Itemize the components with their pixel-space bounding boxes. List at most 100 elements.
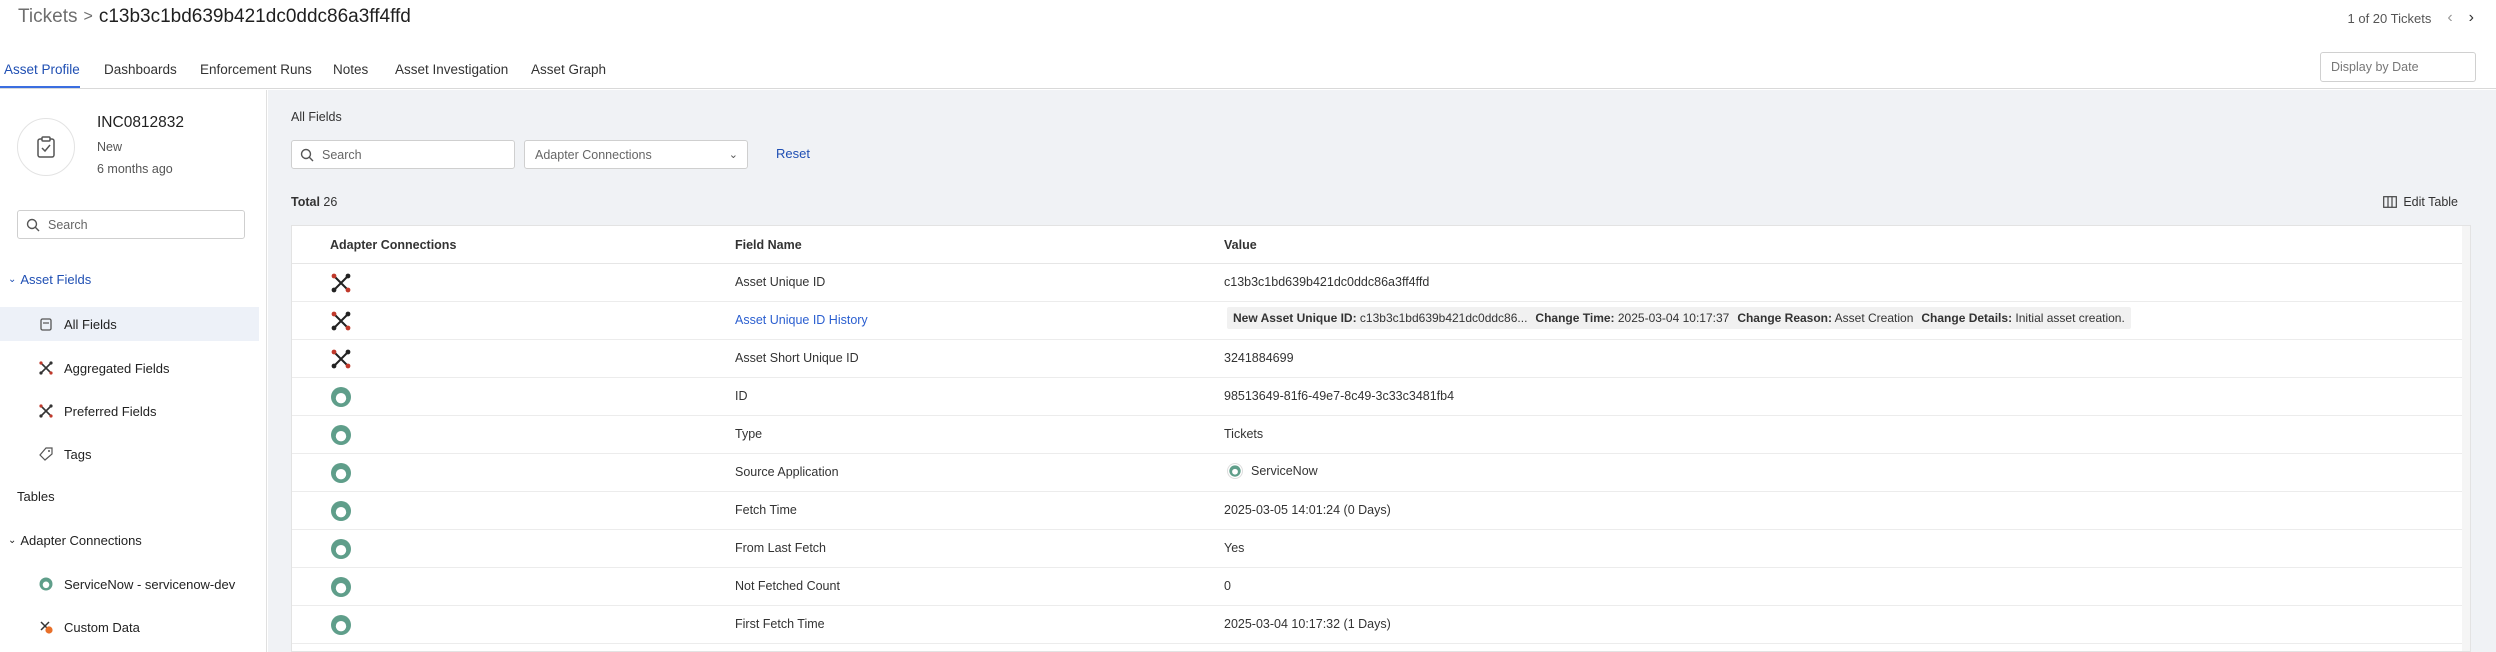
field-value: 2025-03-04 10:17:32 (1 Days) xyxy=(1224,617,1391,631)
main-panel: All Fields Search Adapter Connections ⌄ … xyxy=(268,90,2496,652)
adapter-connections-label: Adapter Connections xyxy=(20,533,142,548)
tab-asset-investigation[interactable]: Asset Investigation xyxy=(395,62,508,77)
aggregate-icon xyxy=(39,404,53,418)
asset-status: New xyxy=(97,140,123,154)
asset-avatar xyxy=(17,118,75,176)
sidebar-item-label: ServiceNow - servicenow-dev xyxy=(64,576,236,592)
history-value: Initial asset creation. xyxy=(2015,311,2125,325)
history-key: Change Details: xyxy=(1921,311,2013,325)
sidebar-search-input[interactable]: Search xyxy=(17,210,245,239)
tab-bar: Asset Profile Dashboards Enforcement Run… xyxy=(0,52,2496,89)
sidebar-item-label: Preferred Fields xyxy=(64,403,157,419)
field-value: 98513649-81f6-49e7-8c49-3c33c3481fb4 xyxy=(1224,389,1455,403)
field-value: 0 xyxy=(1224,579,1231,593)
total-count: Total 26 xyxy=(291,195,337,209)
servicenow-icon xyxy=(331,387,351,407)
history-entry-id: New Asset Unique ID: c13b3c1bd639b421dc0… xyxy=(1233,311,1527,325)
adapter-connections-select-value: Adapter Connections xyxy=(535,148,652,162)
servicenow-icon xyxy=(331,539,351,559)
servicenow-icon xyxy=(331,425,351,445)
field-name: Type xyxy=(735,427,763,441)
field-value: Tickets xyxy=(1224,427,1264,441)
sidebar-item-custom-data[interactable]: Custom Data xyxy=(0,610,259,644)
tag-icon xyxy=(39,447,53,461)
table-row[interactable]: Source Application ServiceNow xyxy=(292,454,2470,492)
display-by-date-select[interactable]: Display by Date xyxy=(2320,52,2476,82)
table-row[interactable]: Asset Short Unique ID 3241884699 xyxy=(292,340,2470,378)
sidebar-tables[interactable]: Tables xyxy=(17,489,55,504)
sidebar-item-label: All Fields xyxy=(64,316,117,332)
breadcrumb-tickets-link[interactable]: Tickets xyxy=(18,6,77,28)
previous-icon[interactable]: ‹ xyxy=(2447,9,2452,27)
pager-text: 1 of 20 Tickets xyxy=(2347,10,2432,26)
history-key: Change Time: xyxy=(1535,311,1615,325)
tab-enforcement-runs[interactable]: Enforcement Runs xyxy=(200,62,312,77)
tab-asset-graph[interactable]: Asset Graph xyxy=(531,62,606,77)
servicenow-icon xyxy=(331,501,351,521)
asset-fields-section[interactable]: ⌄ Asset Fields xyxy=(8,272,91,287)
field-value: c13b3c1bd639b421dc0ddc86a3ff4ffd xyxy=(1224,275,1430,289)
sidebar-item-tags[interactable]: Tags xyxy=(0,437,259,471)
sidebar-item-label: Tags xyxy=(64,446,92,462)
table-row[interactable]: Not Fetched Count 0 xyxy=(292,568,2470,606)
history-value: c13b3c1bd639b421dc0ddc86... xyxy=(1359,311,1528,325)
servicenow-icon xyxy=(331,615,351,635)
table-row[interactable]: First Fetch Time 2025-03-04 10:17:32 (1 … xyxy=(292,606,2470,644)
aggregate-icon xyxy=(331,311,351,331)
history-value: 2025-03-04 10:17:37 xyxy=(1617,311,1730,325)
tab-dashboards[interactable]: Dashboards xyxy=(104,62,177,77)
column-header-field-name[interactable]: Field Name xyxy=(735,238,802,252)
active-tab-indicator xyxy=(0,86,80,88)
sidebar-search-placeholder: Search xyxy=(48,218,88,232)
reset-button[interactable]: Reset xyxy=(776,146,810,161)
sidebar-item-aggregated-fields[interactable]: Aggregated Fields xyxy=(0,351,259,385)
table-row[interactable]: ID 98513649-81f6-49e7-8c49-3c33c3481fb4 xyxy=(292,378,2470,416)
history-value: Asset Creation xyxy=(1834,311,1914,325)
custom-data-icon xyxy=(40,621,53,634)
asset-time: 6 months ago xyxy=(97,162,173,176)
sidebar-item-preferred-fields[interactable]: Preferred Fields xyxy=(0,394,259,428)
page-title: c13b3c1bd639b421dc0ddc86a3ff4ffd xyxy=(98,6,411,27)
fields-search-input[interactable]: Search xyxy=(291,140,515,169)
field-value: ServiceNow xyxy=(1251,464,1318,478)
table-row[interactable]: Type Tickets xyxy=(292,416,2470,454)
servicenow-icon xyxy=(1227,463,1243,479)
servicenow-icon xyxy=(331,577,351,597)
asset-fields-label: Asset Fields xyxy=(20,272,92,287)
history-key: New Asset Unique ID: xyxy=(1233,311,1357,325)
adapter-connections-select[interactable]: Adapter Connections ⌄ xyxy=(524,140,748,169)
adapter-connections-section[interactable]: ⌄ Adapter Connections xyxy=(8,533,142,548)
field-name: From Last Fetch xyxy=(735,541,826,555)
tab-asset-profile[interactable]: Asset Profile xyxy=(4,62,80,77)
sidebar-item-servicenow[interactable]: ServiceNow - servicenow-dev xyxy=(0,567,259,601)
edit-table-button[interactable]: Edit Table xyxy=(2383,195,2458,209)
table-row[interactable]: Asset Unique ID History New Asset Unique… xyxy=(292,302,2470,340)
field-name: Asset Unique ID xyxy=(735,275,826,289)
column-header-adapter-connections[interactable]: Adapter Connections xyxy=(330,238,456,252)
table-scrollbar[interactable] xyxy=(2462,226,2470,651)
aggregate-icon xyxy=(39,361,53,375)
fields-table: Adapter Connections Field Name Value Ass… xyxy=(291,225,2471,652)
field-name: Source Application xyxy=(735,465,839,479)
history-chip[interactable]: New Asset Unique ID: c13b3c1bd639b421dc0… xyxy=(1227,307,2131,329)
column-header-value[interactable]: Value xyxy=(1224,238,1257,252)
asset-id: INC0812832 xyxy=(97,114,185,131)
field-name: ID xyxy=(735,389,748,403)
field-name: Asset Short Unique ID xyxy=(735,351,859,365)
table-row[interactable]: Fetch Time 2025-03-05 14:01:24 (0 Days) xyxy=(292,492,2470,530)
next-icon[interactable]: › xyxy=(2469,9,2474,27)
field-value: 2025-03-05 14:01:24 (0 Days) xyxy=(1224,503,1391,517)
total-label: Total xyxy=(291,195,320,209)
table-row[interactable]: From Last Fetch Yes xyxy=(292,530,2470,568)
sidebar-item-all-fields[interactable]: All Fields xyxy=(0,307,259,341)
field-value: Yes xyxy=(1224,541,1245,555)
history-entry-reason: Change Reason: Asset Creation xyxy=(1737,311,1913,325)
section-title: All Fields xyxy=(291,110,342,124)
table-row[interactable]: Asset Unique ID c13b3c1bd639b421dc0ddc86… xyxy=(292,264,2470,302)
field-name-link[interactable]: Asset Unique ID History xyxy=(735,313,868,327)
field-value: 3241884699 xyxy=(1224,351,1294,365)
tab-notes[interactable]: Notes xyxy=(333,62,368,77)
fields-search-placeholder: Search xyxy=(322,148,362,162)
sidebar-item-label: Aggregated Fields xyxy=(64,360,170,376)
field-name: Not Fetched Count xyxy=(735,579,840,593)
